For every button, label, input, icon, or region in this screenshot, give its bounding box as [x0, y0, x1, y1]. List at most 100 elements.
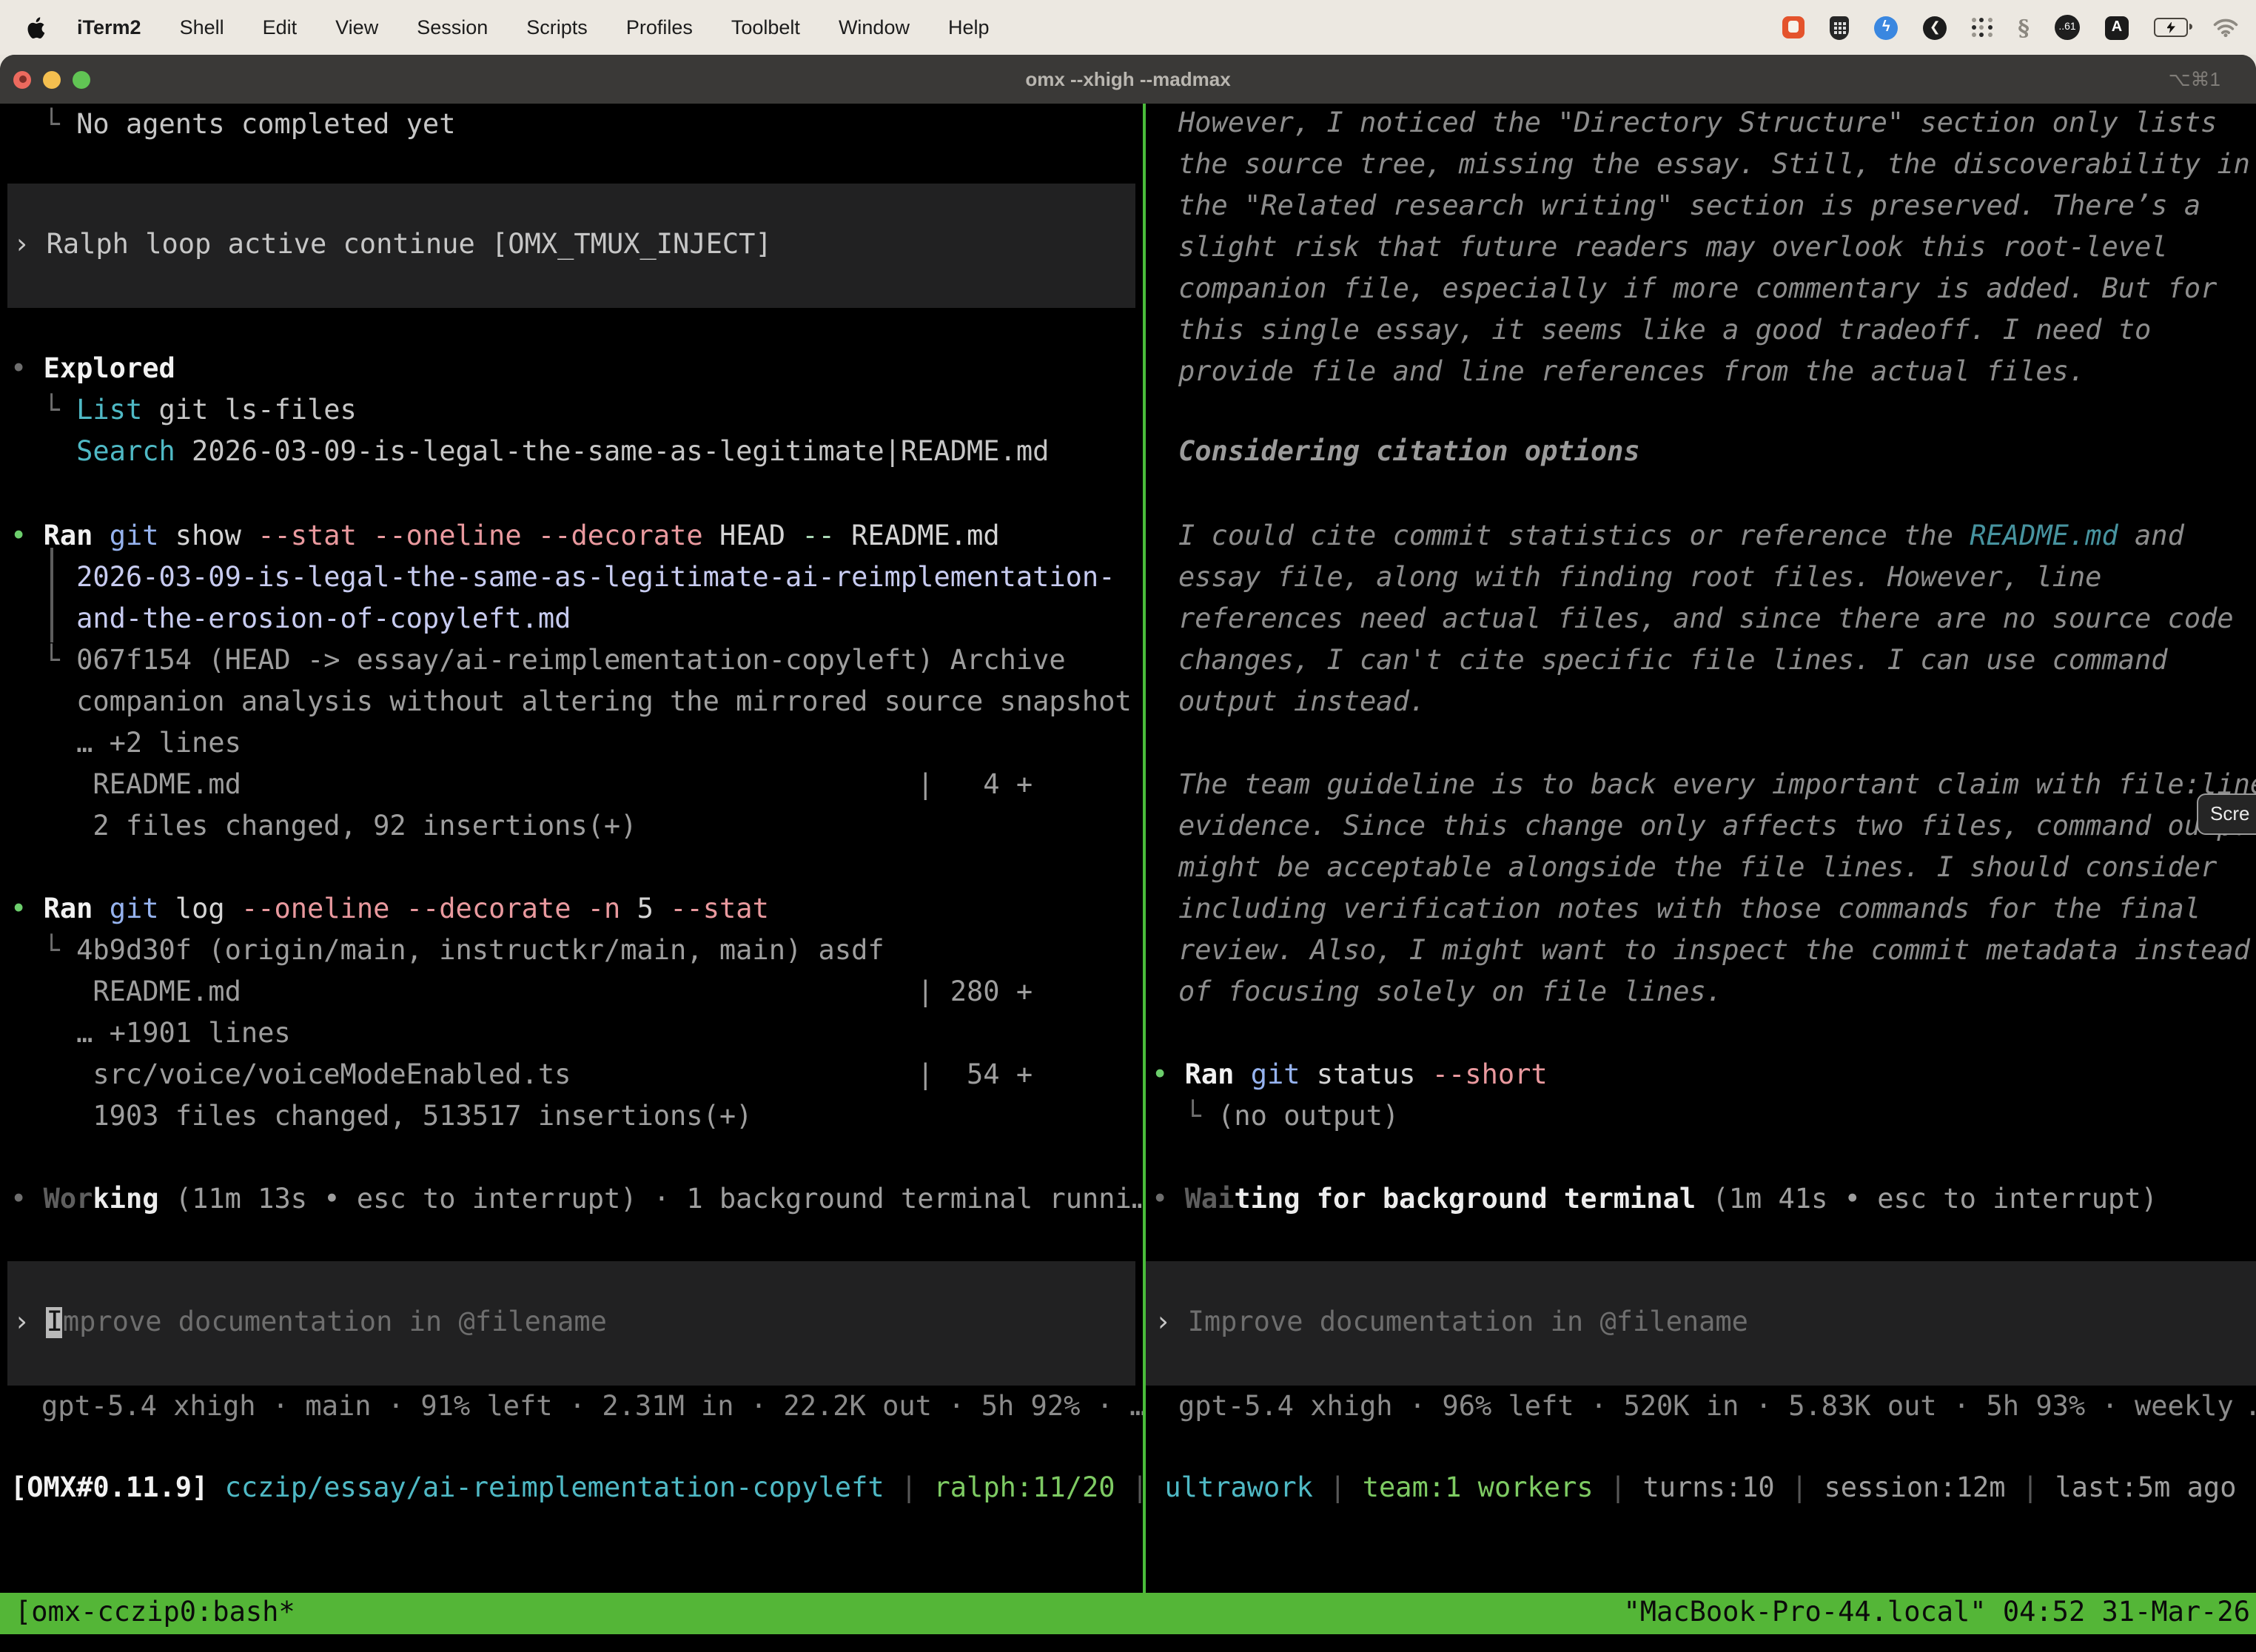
- text-span: cczip/essay/ai-reimplementation-copyleft: [225, 1473, 884, 1504]
- menu-item-edit[interactable]: Edit: [244, 16, 317, 38]
- text-span: Wai: [1185, 1184, 1235, 1215]
- text-span: --short: [1432, 1060, 1548, 1091]
- text-span: |: [1594, 1473, 1643, 1504]
- text-span: log: [159, 894, 241, 925]
- terminal-line: the "Related research writing" section i…: [1178, 187, 2250, 228]
- explored-block: • Explored └ List git ls-files Search 20…: [10, 349, 1141, 474]
- menu-item-shell[interactable]: Shell: [161, 16, 244, 38]
- text-span: 067f154 (HEAD -> essay/ai-reimplementati…: [76, 645, 1066, 676]
- text-span: … +2 lines: [10, 728, 241, 759]
- apple-menu[interactable]: [24, 14, 46, 41]
- battery-icon: [2154, 18, 2188, 37]
- chat-app-icon[interactable]: [1782, 16, 1805, 38]
- text-span: Search: [76, 437, 175, 468]
- text-span: 2026-03-09-is-legal-the-same-as-legitima…: [175, 437, 1050, 468]
- menu-item-window[interactable]: Window: [819, 16, 929, 38]
- menu-item-profiles[interactable]: Profiles: [607, 16, 712, 38]
- terminal-line: • Explored: [10, 349, 1141, 391]
- screen-share-button[interactable]: Scre: [2197, 793, 2256, 835]
- grid-app-icon[interactable]: [1972, 17, 1993, 38]
- input-source-icon: ❮: [1923, 16, 1947, 39]
- text-span: --decorate: [406, 894, 571, 925]
- text-span: git: [1251, 1060, 1300, 1091]
- text-span: README.md: [835, 521, 1000, 552]
- text-span: |: [884, 1473, 934, 1504]
- prompt-text-right: › Improve documentation in @filename: [1146, 1303, 1748, 1344]
- keyboard-app-icon[interactable]: A: [2105, 16, 2129, 39]
- menu-item-scripts[interactable]: Scripts: [507, 16, 607, 38]
- terminal-line: README.md | 4 +: [10, 765, 1141, 807]
- text-span: [571, 894, 588, 925]
- terminal-line: the source tree, missing the essay. Stil…: [1178, 145, 2250, 187]
- tmux-inject-banner: › Ralph loop active continue [OMX_TMUX_I…: [7, 184, 1135, 308]
- window-shortcut: ⌥⌘1: [2169, 67, 2220, 91]
- hook-app-icon[interactable]: §: [2018, 14, 2030, 41]
- reasoning-paragraph-3: The team guideline is to back every impo…: [1178, 765, 2256, 1014]
- reasoning-heading: Considering citation options: [1178, 432, 1640, 474]
- menu-item-view[interactable]: View: [316, 16, 397, 38]
- bolt-badge-icon: ϟ: [1874, 16, 1898, 39]
- battery-menu[interactable]: [2154, 18, 2188, 37]
- text-span: team:1 workers: [1363, 1473, 1594, 1504]
- terminal-line: I could cite commit statistics or refere…: [1178, 517, 2234, 558]
- text-span: [OMX#0.11.9]: [10, 1473, 208, 1504]
- title-bar[interactable]: omx --xhigh --madmax ⌥⌘1: [0, 55, 2256, 104]
- text-span: ting for background terminal: [1234, 1184, 1696, 1215]
- text-span: companion analysis without altering the …: [10, 687, 1132, 718]
- terminal-line: of focusing solely on file lines.: [1178, 973, 2256, 1014]
- text-span: └: [1152, 1101, 1218, 1132]
- menu-item-iterm2[interactable]: iTerm2: [58, 16, 161, 38]
- badge-app-icon[interactable]: ϟ: [1874, 16, 1898, 39]
- terminal-line: might be acceptable alongside the file l…: [1178, 848, 2256, 890]
- text-span: last:5m ago: [2055, 1473, 2236, 1504]
- menu-status-icons: ϟ ❮ § ..61 A: [1782, 14, 2238, 41]
- git-log-block: • Ran git log --oneline --decorate -n 5 …: [10, 890, 1141, 1138]
- terminal-line: companion file, especially if more comme…: [1178, 269, 2250, 311]
- text-span: •: [10, 521, 44, 552]
- text-span: (no output): [1218, 1101, 1399, 1132]
- terminal-line: • Ran git show --stat --oneline --decora…: [10, 517, 1141, 558]
- terminal-line: companion analysis without altering the …: [10, 682, 1141, 724]
- terminal-line: provide file and line references from th…: [1178, 352, 2250, 394]
- text-span: --oneline: [241, 894, 390, 925]
- working-status-line: • Working (11m 13s • esc to interrupt) ·…: [10, 1180, 1141, 1221]
- text-span: •: [10, 894, 44, 925]
- chat-icon: [1782, 16, 1805, 38]
- text-span: •: [1152, 1184, 1185, 1215]
- counter-app-icon[interactable]: ..61: [2055, 15, 2080, 40]
- text-span: --oneline: [373, 521, 522, 552]
- text-span: 4b9d30f (origin/main, instructkr/main, m…: [76, 936, 884, 967]
- input-source-menu[interactable]: ❮: [1923, 16, 1947, 39]
- text-span: Ran: [44, 894, 93, 925]
- apple-icon: [24, 14, 46, 41]
- iterm-window: omx --xhigh --madmax ⌥⌘1 └ No agents com…: [0, 55, 2256, 1652]
- text-span: [208, 1473, 224, 1504]
- terminal-line: … +1901 lines: [10, 1014, 1141, 1055]
- text-span: |: [1313, 1473, 1363, 1504]
- terminal-line: • Ran git status --short: [1152, 1055, 1548, 1097]
- terminal-line: src/voice/voiceModeEnabled.ts | 54 +: [10, 1055, 1141, 1097]
- terminal-line: including verification notes with those …: [1178, 890, 2256, 931]
- text-span: --decorate: [538, 521, 703, 552]
- text-span: [10, 437, 76, 468]
- terminal-line: └ (no output): [1152, 1097, 1548, 1138]
- menu-item-toolbelt[interactable]: Toolbelt: [712, 16, 819, 38]
- wifi-menu[interactable]: [2213, 18, 2238, 37]
- terminal-line: references need actual files, and since …: [1178, 600, 2234, 641]
- text-span: [93, 894, 109, 925]
- menu-item-session[interactable]: Session: [397, 16, 507, 38]
- prompt-input-right[interactable]: › Improve documentation in @filename: [1146, 1261, 2256, 1386]
- text-span: Improve documentation in @filename: [1188, 1307, 1748, 1338]
- prompt-input-left[interactable]: › Improve documentation in @filename: [7, 1261, 1135, 1386]
- terminal-line: 1903 files changed, 513517 insertions(+): [10, 1097, 1141, 1138]
- keyboard-a-icon: A: [2105, 16, 2129, 39]
- menu-item-help[interactable]: Help: [929, 16, 1009, 38]
- text-span: [389, 894, 406, 925]
- terminal-line: └ 4b9d30f (origin/main, instructkr/main,…: [10, 931, 1141, 973]
- terminal-line: └ List git ls-files: [10, 391, 1141, 432]
- text-span: Wor: [44, 1184, 93, 1215]
- shield-app-icon[interactable]: [1830, 16, 1849, 39]
- menu-bar: iTerm2ShellEditViewSessionScriptsProfile…: [0, 0, 2256, 55]
- text-span: └: [10, 395, 76, 426]
- text-span: 2026-03-09-is-legal-the-same-as-legitima…: [10, 563, 1115, 594]
